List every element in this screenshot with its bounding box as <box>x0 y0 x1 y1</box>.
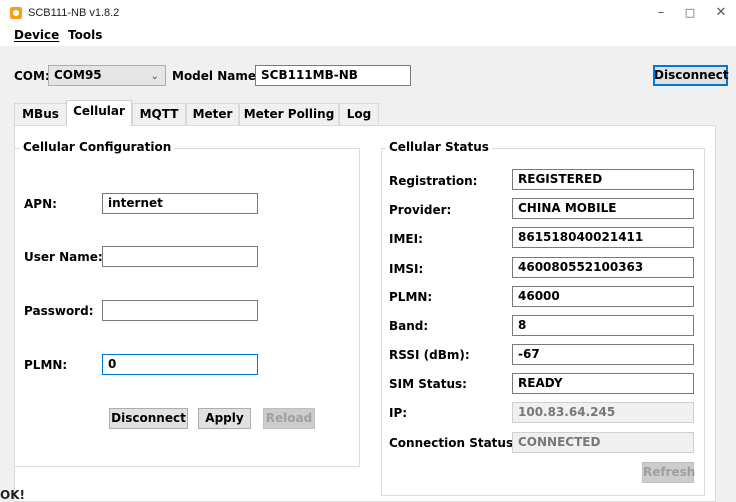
sim-status-field[interactable]: READY <box>512 373 694 394</box>
apply-button[interactable]: Apply <box>198 408 251 429</box>
plmn-status-field[interactable]: 46000 <box>512 286 694 307</box>
registration-field[interactable]: REGISTERED <box>512 169 694 190</box>
refresh-button: Refresh <box>642 462 695 483</box>
tab-mqtt[interactable]: MQTT <box>132 103 186 125</box>
user-name-label: User Name: <box>24 250 103 264</box>
disconnect-button[interactable]: Disconnect <box>653 65 729 86</box>
cellular-configuration-title: Cellular Configuration <box>20 140 175 154</box>
imsi-field[interactable]: 460080552100363 <box>512 257 694 278</box>
imsi-label: IMSI: <box>389 262 424 276</box>
cellular-status-title: Cellular Status <box>386 140 492 154</box>
menu-device[interactable]: Device <box>14 28 59 42</box>
maximize-icon[interactable]: □ <box>675 4 705 22</box>
sim-status-label: SIM Status: <box>389 377 467 391</box>
reload-button: Reload <box>263 408 315 429</box>
tab-meter[interactable]: Meter <box>186 103 239 125</box>
password-label: Password: <box>24 304 94 318</box>
window-title: SCB111-NB v1.8.2 <box>28 7 120 19</box>
status-message: OK! <box>0 488 25 502</box>
ip-field: 100.83.64.245 <box>512 402 694 423</box>
plmn-config-label: PLMN: <box>24 358 68 372</box>
tab-cellular[interactable]: Cellular <box>66 100 132 126</box>
password-field[interactable] <box>102 300 258 321</box>
com-port-value: COM95 <box>54 68 102 82</box>
model-name-label: Model Name: <box>172 69 261 83</box>
close-icon[interactable]: ✕ <box>706 4 736 22</box>
plmn-status-label: PLMN: <box>389 290 433 304</box>
chevron-down-icon: ⌄ <box>150 71 159 82</box>
tab-log[interactable]: Log <box>339 103 379 125</box>
minimize-icon[interactable]: – <box>646 4 676 22</box>
imei-field[interactable]: 861518040021411 <box>512 227 694 248</box>
user-name-field[interactable] <box>102 246 258 267</box>
menu-tools[interactable]: Tools <box>68 28 102 42</box>
tab-meter-polling[interactable]: Meter Polling <box>239 103 339 125</box>
registration-label: Registration: <box>389 174 478 188</box>
band-field[interactable]: 8 <box>512 315 694 336</box>
menu-bar <box>0 26 736 46</box>
band-label: Band: <box>389 319 429 333</box>
com-port-select[interactable]: COM95 ⌄ <box>48 65 166 86</box>
tab-mbus[interactable]: MBus <box>14 103 67 125</box>
rssi-label: RSSI (dBm): <box>389 348 470 362</box>
connection-status-label: Connection Status: <box>389 436 518 450</box>
imei-label: IMEI: <box>389 232 423 246</box>
com-label: COM: <box>14 69 50 83</box>
apn-field[interactable]: internet <box>102 193 258 214</box>
app-icon <box>10 7 22 19</box>
provider-label: Provider: <box>389 203 452 217</box>
ip-label: IP: <box>389 406 408 420</box>
model-name-field[interactable]: SCB111MB-NB <box>255 65 411 86</box>
connection-status-field: CONNECTED <box>512 432 694 453</box>
apn-label: APN: <box>24 197 57 211</box>
provider-field[interactable]: CHINA MOBILE <box>512 198 694 219</box>
rssi-field[interactable]: -67 <box>512 344 694 365</box>
config-disconnect-button[interactable]: Disconnect <box>109 408 188 429</box>
plmn-config-field[interactable]: 0 <box>102 354 258 375</box>
